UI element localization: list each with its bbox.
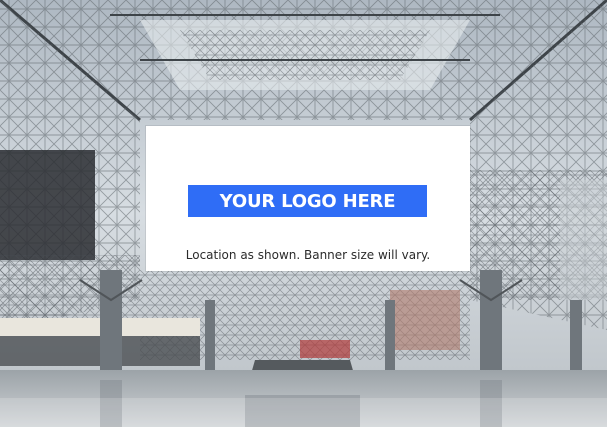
banner-caption: Location as shown. Banner size will vary… <box>185 248 431 262</box>
logo-placeholder: YOUR LOGO HERE <box>188 185 427 217</box>
atrium-photo: YOUR LOGO HERE Location as shown. Banner… <box>0 0 607 427</box>
logo-text: YOUR LOGO HERE <box>219 190 396 212</box>
banner-placeholder: YOUR LOGO HERE Location as shown. Banner… <box>146 126 470 271</box>
